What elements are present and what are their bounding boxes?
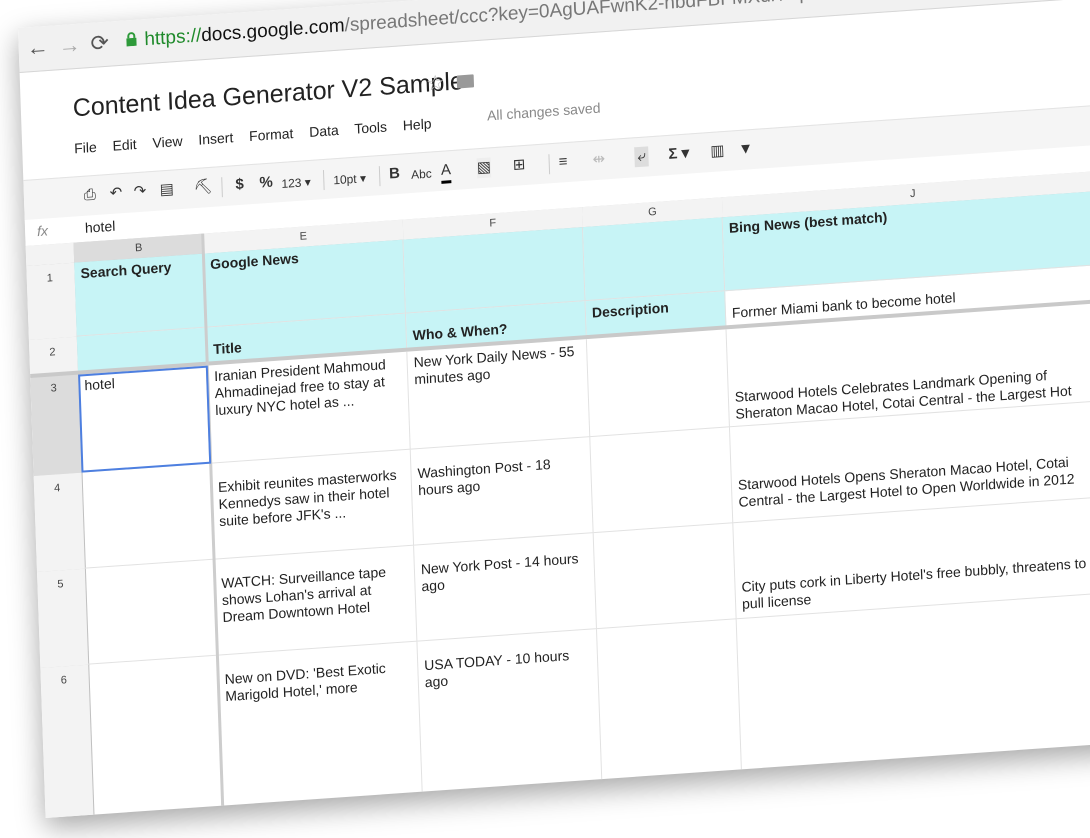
cell-f6[interactable]: USA TODAY - 10 hours ago <box>417 629 603 800</box>
cell-f1[interactable] <box>403 227 586 314</box>
row-header-5[interactable]: 5 <box>36 568 90 669</box>
url-field[interactable]: https://docs.google.com/spreadsheet/ccc?… <box>144 0 1089 51</box>
currency-format-button[interactable]: $ <box>235 175 244 196</box>
print-icon[interactable]: ⎙ <box>84 185 97 206</box>
row-header-1[interactable]: 1 <box>26 262 78 341</box>
functions-dropdown[interactable]: Σ ▾ <box>668 143 689 164</box>
cell-f3[interactable]: New York Daily News - 55 minutes ago <box>407 339 591 450</box>
redo-icon[interactable]: ↷ <box>133 181 146 202</box>
document-title[interactable]: Content Idea Generator V2 Sample <box>72 67 464 123</box>
function-icon: fx <box>36 222 49 240</box>
back-icon[interactable]: ← <box>26 34 49 62</box>
borders-icon[interactable]: ⊞ <box>512 155 525 176</box>
url-scheme: https:// <box>144 25 202 51</box>
cell-f5[interactable]: New York Post - 14 hours ago <box>414 533 597 642</box>
cell-g3[interactable] <box>586 329 730 438</box>
cell-b6[interactable] <box>88 655 224 818</box>
save-status: All changes saved <box>486 99 601 124</box>
filter-icon[interactable]: ▼ <box>738 139 754 160</box>
menu-insert[interactable]: Insert <box>198 129 233 147</box>
undo-icon[interactable]: ↶ <box>109 183 122 204</box>
menu-format[interactable]: Format <box>249 125 294 144</box>
menu-help[interactable]: Help <box>403 115 432 133</box>
spreadsheet-grid: B E F G J 1 2 3 4 5 6 Search Query Googl… <box>25 170 1090 818</box>
merge-cells-icon[interactable]: ⇹ <box>592 149 605 170</box>
star-icon[interactable]: ☆ <box>426 70 446 96</box>
menu-file[interactable]: File <box>74 139 97 157</box>
url-path: /spreadsheet/ccc?key=0AgUAFwnK2-hbdFBFMX… <box>344 0 1088 36</box>
forward-icon[interactable]: → <box>58 32 81 60</box>
bold-button[interactable]: B <box>389 164 401 185</box>
cell-b5[interactable] <box>84 559 218 665</box>
toolbar-divider <box>322 170 325 191</box>
cell-g4[interactable] <box>590 427 734 534</box>
reload-icon[interactable]: ⟳ <box>90 30 109 57</box>
align-left-icon[interactable]: ≡ <box>558 152 567 173</box>
insert-chart-icon[interactable]: ▥ <box>710 141 725 162</box>
formula-input[interactable]: hotel <box>85 218 116 236</box>
cell-g1[interactable] <box>582 217 726 302</box>
cell-b4[interactable] <box>81 463 215 569</box>
cell-b3[interactable]: hotel <box>78 365 212 473</box>
row-number: 3 <box>50 382 57 395</box>
row-header-3[interactable]: 3 <box>30 372 83 477</box>
text-color-icon[interactable]: A <box>440 160 452 184</box>
address-bar: ← → ⟳ https://docs.google.com/spreadshee… <box>18 0 1090 73</box>
url-host: docs.google.com <box>200 15 345 47</box>
fill-color-icon[interactable]: ▧ <box>476 157 492 179</box>
row-header-6[interactable]: 6 <box>40 664 95 818</box>
toolbar-divider <box>548 154 551 175</box>
toolbar-divider <box>378 166 381 187</box>
menu-view[interactable]: View <box>152 133 183 151</box>
cell-j6[interactable] <box>736 592 1090 778</box>
number-format-dropdown[interactable]: 123 ▾ <box>281 172 311 194</box>
row-number: 6 <box>60 674 68 687</box>
menu-data[interactable]: Data <box>309 122 339 140</box>
browser-window: ← → ⟳ https://docs.google.com/spreadshee… <box>18 0 1090 818</box>
toolbar-divider <box>221 177 223 198</box>
row-number: 5 <box>57 578 64 591</box>
wrap-text-icon[interactable]: ⤶ <box>634 146 650 168</box>
cell-e1[interactable]: Google News <box>203 239 406 328</box>
cell-e6[interactable]: New on DVD: 'Best Exotic Marigold Hotel,… <box>217 641 423 814</box>
row-number: 1 <box>46 272 54 285</box>
cell-e3[interactable]: Iranian President Mahmoud Ahmadinejad fr… <box>207 351 411 464</box>
paint-format-icon[interactable]: ⛏ <box>193 177 213 198</box>
cell-g6[interactable] <box>596 619 743 788</box>
screenshot-stage: ← → ⟳ https://docs.google.com/spreadshee… <box>0 0 1090 838</box>
row-number: 2 <box>49 346 56 359</box>
lock-icon <box>126 32 137 47</box>
row-number: 4 <box>53 482 61 495</box>
cell-b1[interactable]: Search Query <box>74 253 207 337</box>
menu-tools[interactable]: Tools <box>354 119 387 137</box>
percent-format-button[interactable]: % <box>259 173 273 194</box>
row-header-4[interactable]: 4 <box>33 472 86 573</box>
font-size-dropdown[interactable]: 10pt ▾ <box>333 168 366 190</box>
strikethrough-button[interactable]: Abc <box>411 163 432 184</box>
cell-e5[interactable]: WATCH: Surveillance tape shows Lohan's a… <box>214 545 418 656</box>
menu-bar: File Edit View Insert Format Data Tools … <box>74 115 444 157</box>
menu-edit[interactable]: Edit <box>112 136 137 154</box>
cell-f4[interactable]: Washington Post - 18 hours ago <box>410 437 594 546</box>
paste-icon[interactable]: ▤ <box>159 180 174 201</box>
folder-icon[interactable] <box>456 74 475 89</box>
cell-e4[interactable]: Exhibit reunites masterworks Kennedys sa… <box>211 449 415 560</box>
cell-g5[interactable] <box>593 523 737 630</box>
